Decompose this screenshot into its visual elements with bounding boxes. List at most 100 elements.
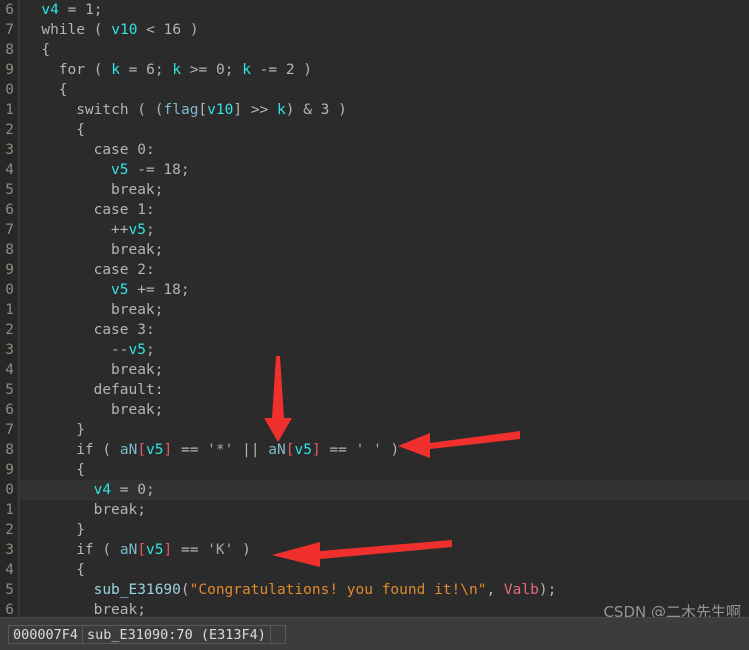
code-token: 3 bbox=[137, 322, 146, 338]
code-token: 'K' bbox=[207, 542, 234, 558]
code-token: -= bbox=[250, 62, 286, 78]
code-line-text: v5 += 18; bbox=[111, 280, 190, 300]
code-token: 6 bbox=[146, 62, 155, 78]
code-token: v10 bbox=[111, 22, 138, 38]
code-token: v10 bbox=[207, 102, 234, 118]
code-token: aN bbox=[119, 542, 138, 558]
code-token: v5 bbox=[146, 442, 164, 458]
code-token: aN bbox=[119, 442, 138, 458]
code-line[interactable]: case 2: bbox=[0, 260, 749, 280]
ida-pseudocode-window: v4 = 1; while ( v10 < 16 ) { for ( k = 6; k… bbox=[0, 0, 749, 650]
code-line[interactable]: { bbox=[0, 560, 749, 580]
code-line-text: if ( aN[v5] == 'K' ) bbox=[76, 540, 251, 560]
code-token: case bbox=[93, 262, 138, 278]
code-line[interactable]: break; bbox=[0, 300, 749, 320]
code-line[interactable]: ++v5; bbox=[0, 220, 749, 240]
code-token: switch ( ( bbox=[76, 102, 164, 118]
code-line[interactable]: { bbox=[0, 80, 749, 100]
code-token: Valb bbox=[503, 582, 539, 598]
code-line[interactable]: } bbox=[0, 520, 749, 540]
code-token: 2 bbox=[137, 262, 146, 278]
code-line-text: case 0: bbox=[94, 140, 155, 160]
code-line[interactable]: for ( k = 6; k >= 0; k -= 2 ) bbox=[0, 60, 749, 80]
code-token: v5 bbox=[111, 282, 129, 298]
code-line[interactable]: while ( v10 < 16 ) bbox=[0, 20, 749, 40]
code-token: { bbox=[58, 82, 68, 98]
code-line-text: ++v5; bbox=[111, 220, 155, 240]
code-line-text: break; bbox=[111, 240, 163, 260]
code-line[interactable]: break; bbox=[0, 240, 749, 260]
pseudocode-editor[interactable]: v4 = 1; while ( v10 < 16 ) { for ( k = 6; k… bbox=[0, 0, 749, 617]
code-token: v5 bbox=[128, 342, 146, 358]
code-line[interactable]: v4 = 1; bbox=[0, 0, 749, 20]
code-token: : bbox=[145, 202, 155, 218]
code-token: ] bbox=[163, 442, 173, 458]
code-line[interactable]: v5 -= 18; bbox=[0, 160, 749, 180]
code-line-text: sub_E31690("Congratulations! you found i… bbox=[94, 580, 557, 600]
code-line[interactable]: case 0: bbox=[0, 140, 749, 160]
code-line[interactable]: { bbox=[0, 40, 749, 60]
status-location: sub_E31090:70 (E313F4) bbox=[82, 624, 271, 644]
code-token: = bbox=[119, 62, 147, 78]
code-token: ) bbox=[181, 22, 199, 38]
code-line[interactable]: case 3: bbox=[0, 320, 749, 340]
code-token: == bbox=[172, 542, 208, 558]
code-line-text: case 3: bbox=[94, 320, 155, 340]
code-line[interactable]: { bbox=[0, 120, 749, 140]
code-line-text: if ( aN[v5] == '*' || aN[v5] == ' ' ) bbox=[76, 440, 399, 460]
code-token: 16 bbox=[163, 22, 182, 38]
code-token: -- bbox=[111, 342, 129, 358]
code-token: , bbox=[486, 582, 504, 598]
code-line[interactable]: if ( aN[v5] == 'K' ) bbox=[0, 540, 749, 560]
code-line-text: { bbox=[76, 560, 85, 580]
code-line[interactable]: v4 = 0; bbox=[0, 480, 749, 500]
code-token: aN bbox=[268, 442, 286, 458]
code-token: -= bbox=[128, 162, 164, 178]
code-line[interactable]: break; bbox=[0, 500, 749, 520]
code-line-text: break; bbox=[111, 360, 163, 380]
code-line[interactable]: if ( aN[v5] == '*' || aN[v5] == ' ' ) bbox=[0, 440, 749, 460]
code-line-list[interactable]: v4 = 1; while ( v10 < 16 ) { for ( k = 6; k… bbox=[0, 0, 749, 617]
code-token: || bbox=[233, 442, 269, 458]
code-token: ) bbox=[381, 442, 400, 458]
code-token: v5 bbox=[128, 222, 146, 238]
code-token: v4 bbox=[41, 2, 59, 18]
code-token: { bbox=[41, 42, 51, 58]
code-token: ; bbox=[154, 62, 173, 78]
code-token: ( bbox=[180, 582, 190, 598]
code-line[interactable]: sub_E31690("Congratulations! you found i… bbox=[0, 580, 749, 600]
code-line-text: default: bbox=[94, 380, 164, 400]
code-line[interactable]: { bbox=[0, 460, 749, 480]
code-token: } bbox=[76, 422, 85, 438]
code-token: : bbox=[145, 262, 155, 278]
status-extra-cell bbox=[269, 624, 286, 644]
code-line-text: { bbox=[59, 80, 68, 100]
code-line[interactable]: } bbox=[0, 420, 749, 440]
code-token: { bbox=[76, 562, 85, 578]
code-token: = bbox=[58, 2, 86, 18]
code-line[interactable]: break; bbox=[0, 400, 749, 420]
status-bar: 000007F4 sub_E31090:70 (E313F4) bbox=[0, 617, 749, 650]
code-line[interactable]: default: bbox=[0, 380, 749, 400]
code-line-text: break; bbox=[111, 400, 163, 420]
code-line-text: --v5; bbox=[111, 340, 155, 360]
code-line[interactable]: case 1: bbox=[0, 200, 749, 220]
code-line[interactable]: v5 += 18; bbox=[0, 280, 749, 300]
code-line[interactable]: switch ( (flag[v10] >> k) & 3 ) bbox=[0, 100, 749, 120]
code-token: ) bbox=[233, 542, 251, 558]
code-token: case bbox=[93, 142, 138, 158]
code-token: ; bbox=[180, 162, 190, 178]
code-line[interactable]: --v5; bbox=[0, 340, 749, 360]
code-token: 2 bbox=[285, 62, 295, 78]
code-token: [ bbox=[137, 442, 147, 458]
code-token: ] bbox=[233, 102, 243, 118]
code-token: { bbox=[76, 122, 85, 138]
code-token: k bbox=[172, 62, 182, 78]
code-token: ++ bbox=[111, 222, 129, 238]
code-token: 18 bbox=[163, 162, 181, 178]
code-line[interactable]: break; bbox=[0, 180, 749, 200]
code-token: 0 bbox=[215, 62, 225, 78]
code-token: break; bbox=[93, 502, 146, 518]
code-token: ; bbox=[145, 222, 155, 238]
code-line[interactable]: break; bbox=[0, 360, 749, 380]
